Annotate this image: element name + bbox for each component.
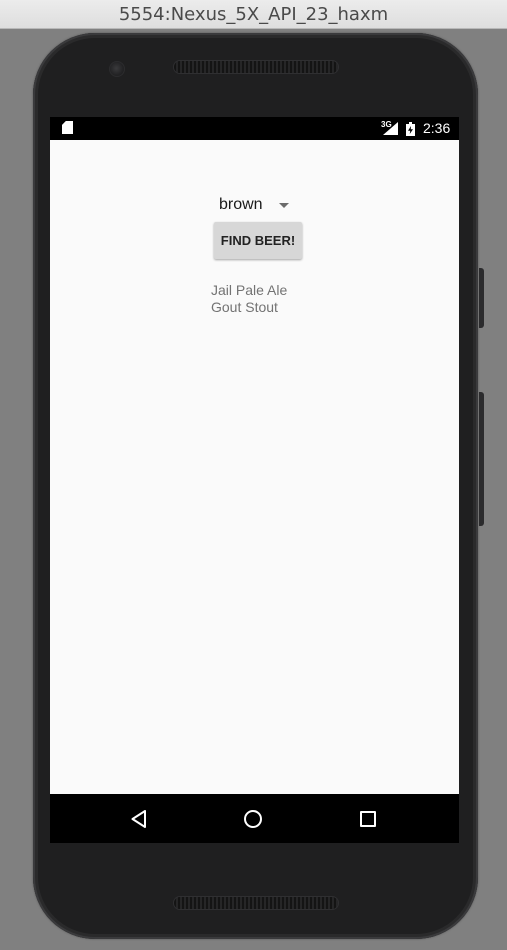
network-type-label: 3G xyxy=(381,120,392,129)
sd-card-icon xyxy=(62,121,73,134)
status-clock: 2:36 xyxy=(423,120,451,136)
power-button[interactable] xyxy=(479,268,484,328)
battery-charging-icon xyxy=(406,122,415,136)
back-icon[interactable] xyxy=(131,810,147,828)
find-beer-button[interactable]: FIND BEER! xyxy=(214,222,302,259)
front-camera-icon xyxy=(109,61,125,77)
result-item: Gout Stout xyxy=(211,299,278,315)
recents-icon[interactable] xyxy=(360,811,376,827)
home-icon[interactable] xyxy=(244,810,262,828)
dropdown-arrow-icon xyxy=(279,203,289,208)
navigation-bar xyxy=(50,794,459,843)
volume-button[interactable] xyxy=(479,392,484,526)
beer-results-list: Jail Pale Ale Gout Stout xyxy=(211,282,287,316)
status-bar: 3G 2:36 xyxy=(50,117,459,140)
result-item: Jail Pale Ale xyxy=(211,282,288,298)
emulator-window-title: 5554:Nexus_5X_API_23_haxm xyxy=(0,0,507,29)
app-content: brown FIND BEER! Jail Pale Ale Gout Stou… xyxy=(50,140,459,794)
spinner-selected-value: brown xyxy=(219,196,263,213)
device-screen: 3G 2:36 brown FIND BEER! Jail Pale Ale G… xyxy=(50,117,459,843)
top-speaker-grille xyxy=(174,61,338,73)
bottom-speaker-grille xyxy=(174,897,338,909)
beer-color-spinner[interactable]: brown xyxy=(211,190,301,220)
